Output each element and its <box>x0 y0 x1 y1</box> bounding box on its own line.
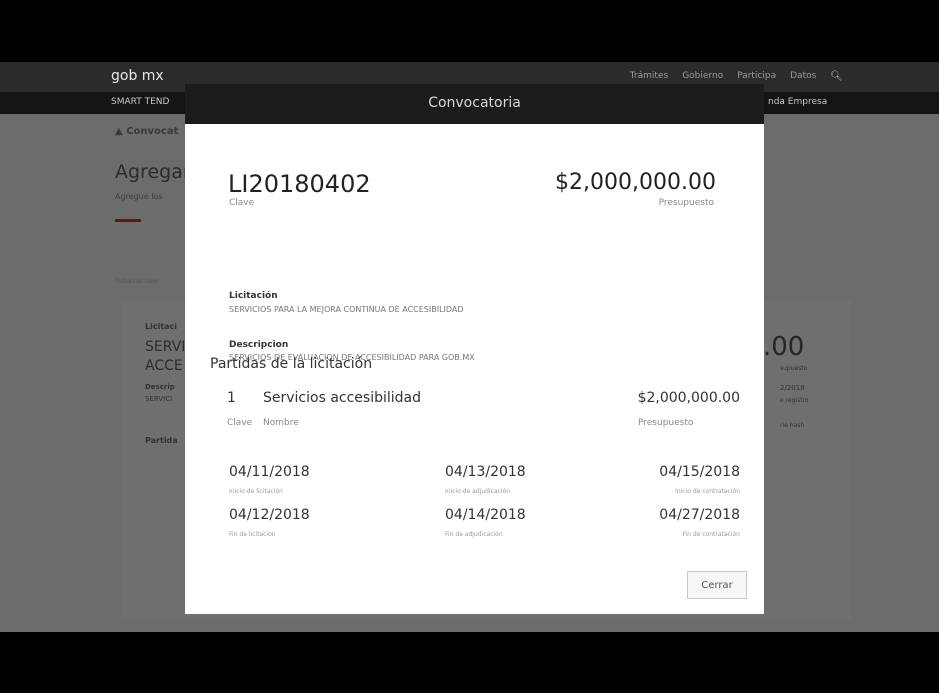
clave-code: LI20180402 <box>228 170 371 198</box>
nav-datos[interactable]: Datos <box>790 71 816 82</box>
nav-gobierno[interactable]: Gobierno <box>682 71 723 82</box>
filter-text[interactable]: Todas las conv <box>115 278 159 285</box>
inicio-contratacion-date: 04/15/2018 <box>659 464 740 480</box>
fin-contratacion-label: Fin de contratación <box>682 531 740 538</box>
modal-header: Convocatoria <box>185 84 764 124</box>
search-icon[interactable]: 🔍︎ <box>830 71 843 82</box>
partida-nombre-label: Nombre <box>263 418 299 428</box>
fin-licitacion-label: Fin de licitación <box>229 531 276 538</box>
inicio-adjudicacion-label: Inicio de adjudicación <box>445 488 511 495</box>
partidas-heading: Partidas de la licitación <box>210 356 373 372</box>
card-amount-label: supuesto <box>780 365 808 372</box>
card-title-line1: SERVI <box>145 339 186 355</box>
home-icon: ▲ <box>115 126 123 137</box>
card-amount: .00 <box>763 332 805 362</box>
close-button[interactable]: Cerrar <box>687 571 747 599</box>
licitacion-label: Licitación <box>229 291 278 301</box>
nav-tramites[interactable]: Trámites <box>630 71 668 82</box>
card-descripcion-value: SERVICI <box>145 395 173 403</box>
partida-clave-label: Clave <box>227 418 253 428</box>
company-nav-link[interactable]: nda Empresa <box>768 97 827 107</box>
card-date-label: e registro <box>780 397 809 404</box>
card-descripcion-label: Descrip <box>145 383 175 391</box>
breadcrumb-label: Convocat <box>126 126 179 137</box>
inicio-licitacion-date: 04/11/2018 <box>229 464 310 480</box>
licitacion-value: SERVICIOS PARA LA MEJORA CONTINUA DE ACC… <box>229 305 464 314</box>
modal-title: Convocatoria <box>428 95 521 111</box>
inicio-licitacion-label: Inicio de licitación <box>229 488 283 495</box>
gobmx-logo[interactable]: gob mx <box>111 68 164 84</box>
fin-adjudicacion-label: Fin de adjudicación <box>445 531 503 538</box>
partida-name: Servicios accesibilidad <box>263 390 422 406</box>
inicio-adjudicacion-date: 04/13/2018 <box>445 464 526 480</box>
card-licitacion-label: Licitaci <box>145 322 178 331</box>
fin-contratacion-date: 04/27/2018 <box>659 507 740 523</box>
page-title: Agregar <box>115 161 191 183</box>
card-date: 2/2018 <box>780 384 805 392</box>
budget-amount: $2,000,000.00 <box>555 170 716 195</box>
inicio-contratacion-label: Inicio de contratación <box>675 488 740 495</box>
card-hash-label: rie hash <box>780 422 805 429</box>
partida-presupuesto-label: Presupuesto <box>638 418 694 428</box>
page-subtitle: Agregue los <box>115 192 163 201</box>
fin-licitacion-date: 04/12/2018 <box>229 507 310 523</box>
browser-viewport: gob mx Trámites Gobierno Participa Datos… <box>0 62 939 632</box>
card-partidas-label: Partida <box>145 436 178 445</box>
partida-number: 1 <box>227 390 236 406</box>
app-name[interactable]: SMART TEND <box>111 97 169 107</box>
descripcion-label: Descripcion <box>229 340 289 350</box>
budget-label: Presupuesto <box>658 198 714 208</box>
clave-label: Clave <box>229 198 255 208</box>
convocatoria-modal: Convocatoria LI20180402 Clave $2,000,000… <box>185 84 764 614</box>
nav-participa[interactable]: Participa <box>737 71 776 82</box>
fin-adjudicacion-date: 04/14/2018 <box>445 507 526 523</box>
breadcrumb[interactable]: ▲ Convocat <box>115 126 178 137</box>
card-title-line2: ACCE <box>145 358 183 374</box>
top-nav-links: Trámites Gobierno Participa Datos 🔍︎ <box>630 71 843 82</box>
title-underline <box>115 219 141 222</box>
partida-amount: $2,000,000.00 <box>637 390 740 406</box>
